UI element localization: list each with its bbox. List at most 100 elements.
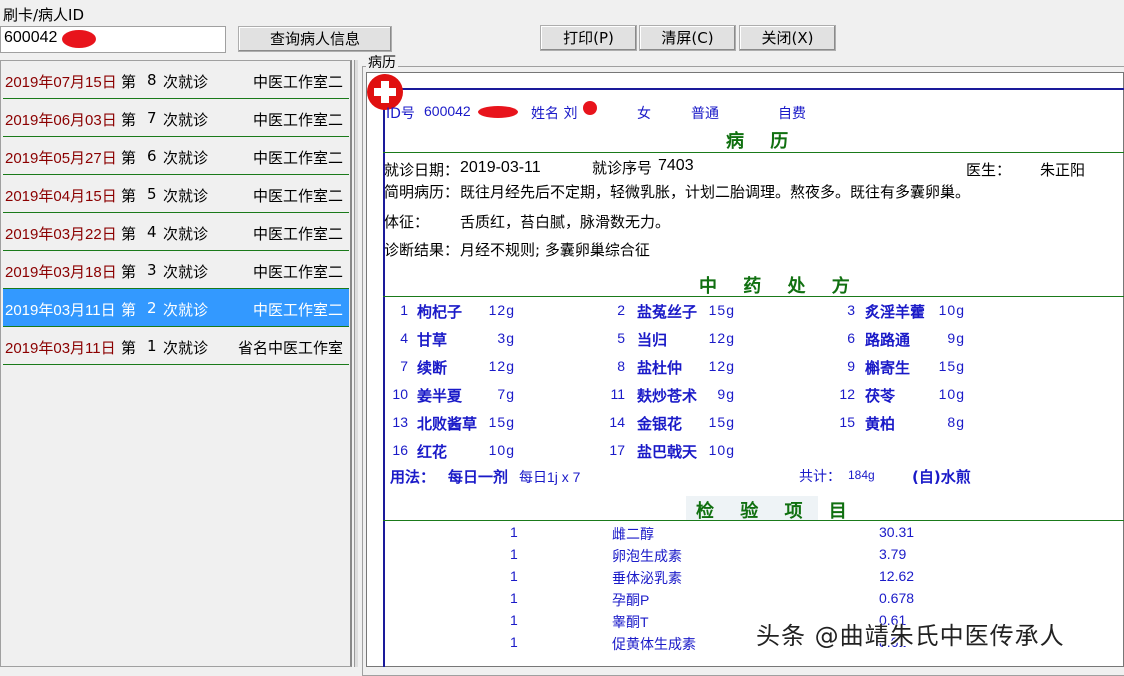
lab-count: 1 <box>510 590 518 606</box>
visit-room: 中医工作室二 <box>253 185 343 206</box>
visit-row[interactable]: 2019年03月11日第次就诊省名中医工作室1 <box>3 327 349 365</box>
visit-room: 中医工作室二 <box>253 299 343 320</box>
herb-name: 续断 <box>417 357 477 378</box>
payment-type: 自费 <box>778 103 806 123</box>
herb-quantity: 10g <box>939 302 965 318</box>
visit-number: 1 <box>147 337 157 355</box>
visit-date: 2019年05月27日 <box>5 147 117 168</box>
herb-name: 金银花 <box>637 413 697 434</box>
visit-row[interactable]: 2019年06月03日第次就诊中医工作室二7 <box>3 99 349 137</box>
visit-number: 2 <box>147 299 157 317</box>
visit-number: 5 <box>147 185 157 203</box>
lab-name: 睾酮T <box>612 612 649 632</box>
usage-detail: 每日1j x 7 <box>519 467 580 487</box>
visit-suffix: 次就诊 <box>163 299 208 320</box>
diagnosis-text: 月经不规则; 多囊卵巢综合征 <box>460 239 650 260</box>
id-value-doc: 600042 <box>424 103 471 119</box>
herb-quantity: 3g <box>497 330 515 346</box>
clear-button[interactable]: 清屏(C) <box>639 25 736 51</box>
visit-number: 4 <box>147 223 157 241</box>
visit-room: 省名中医工作室 <box>238 337 343 358</box>
lab-value: 3.79 <box>879 546 906 562</box>
print-button[interactable]: 打印(P) <box>540 25 637 51</box>
herb-name: 炙淫羊藿 <box>865 301 925 322</box>
prescription-title: 中 药 处 方 <box>699 272 860 298</box>
visit-room: 中医工作室二 <box>253 223 343 244</box>
herb-number: 1 <box>400 302 408 318</box>
seq-value: 7403 <box>658 157 694 175</box>
visit-row[interactable]: 2019年03月18日第次就诊中医工作室二3 <box>3 251 349 289</box>
herb-number: 13 <box>392 414 408 430</box>
herb-quantity: 12g <box>709 330 735 346</box>
lab-count: 1 <box>510 612 518 628</box>
herb-quantity: 10g <box>489 442 515 458</box>
visit-type: 普通 <box>691 103 719 123</box>
visit-date: 2019-03-11 <box>460 159 541 177</box>
visit-suffix: 次就诊 <box>163 337 208 358</box>
herb-name: 当归 <box>637 329 697 350</box>
visit-suffix: 次就诊 <box>163 109 208 130</box>
herb-quantity: 15g <box>709 414 735 430</box>
visit-row[interactable]: 2019年03月22日第次就诊中医工作室二4 <box>3 213 349 251</box>
herb-name: 茯苓 <box>865 385 925 406</box>
redaction-blot <box>62 30 96 48</box>
visit-row[interactable]: 2019年07月15日第次就诊中医工作室二8 <box>3 61 349 99</box>
watermark: 头条 @曲靖朱氏中医传承人 <box>756 616 1065 651</box>
visit-room: 中医工作室二 <box>253 147 343 168</box>
herb-quantity: 10g <box>709 442 735 458</box>
herb-name: 盐菟丝子 <box>637 301 697 322</box>
visit-date: 2019年03月22日 <box>5 223 117 244</box>
divider <box>383 152 1124 153</box>
visit-num-prefix: 第 <box>121 185 136 206</box>
patient-id-input[interactable]: 600042 <box>0 26 226 53</box>
herb-quantity: 9g <box>717 386 735 402</box>
herb-quantity: 12g <box>489 358 515 374</box>
lab-name: 卵泡生成素 <box>612 546 682 566</box>
visit-room: 中医工作室二 <box>253 71 343 92</box>
visit-num-prefix: 第 <box>121 337 136 358</box>
lab-count: 1 <box>510 524 518 540</box>
herb-name: 枸杞子 <box>417 301 477 322</box>
herb-number: 3 <box>847 302 855 318</box>
visit-num-prefix: 第 <box>121 109 136 130</box>
herb-name: 盐杜仲 <box>637 357 697 378</box>
visit-list[interactable]: 2019年07月15日第次就诊中医工作室二82019年06月03日第次就诊中医工… <box>0 60 352 667</box>
visit-room: 中医工作室二 <box>253 109 343 130</box>
diagnosis-label: 诊断结果： <box>384 239 459 260</box>
herb-name: 槲寄生 <box>865 357 925 378</box>
lab-value: 12.62 <box>879 568 914 584</box>
signs-text: 舌质红，苔白腻，脉滑数无力。 <box>460 211 670 232</box>
visit-num-prefix: 第 <box>121 71 136 92</box>
herb-number: 15 <box>839 414 855 430</box>
lab-count: 1 <box>510 546 518 562</box>
herb-number: 7 <box>400 358 408 374</box>
herb-name: 路路通 <box>865 329 925 350</box>
splitter[interactable] <box>354 60 358 667</box>
query-patient-button[interactable]: 查询病人信息 <box>238 26 392 52</box>
herb-quantity: 7g <box>497 386 515 402</box>
visit-row[interactable]: 2019年04月15日第次就诊中医工作室二5 <box>3 175 349 213</box>
visit-num-prefix: 第 <box>121 223 136 244</box>
visit-num-prefix: 第 <box>121 261 136 282</box>
herb-name: 北败酱草 <box>417 413 477 434</box>
close-button[interactable]: 关闭(X) <box>739 25 836 51</box>
doctor-name: 朱正阳 <box>1040 159 1085 180</box>
herb-name: 姜半夏 <box>417 385 477 406</box>
visit-date-label: 就诊日期： <box>384 159 459 180</box>
visit-date: 2019年03月11日 <box>5 299 116 320</box>
herb-name: 红花 <box>417 441 477 462</box>
patient-name: 姓名 刘 <box>531 103 577 123</box>
lab-name: 孕酮P <box>612 590 649 610</box>
id-label: 刷卡/病人ID <box>3 4 84 25</box>
visit-date: 2019年07月15日 <box>5 71 117 92</box>
gender: 女 <box>637 103 651 123</box>
visit-room: 中医工作室二 <box>253 261 343 282</box>
visit-row[interactable]: 2019年05月27日第次就诊中医工作室二6 <box>3 137 349 175</box>
redaction-blot <box>583 101 597 115</box>
herb-quantity: 15g <box>489 414 515 430</box>
visit-row[interactable]: 2019年03月11日第次就诊中医工作室二2 <box>3 289 349 327</box>
herb-number: 12 <box>839 386 855 402</box>
visit-date: 2019年04月15日 <box>5 185 117 206</box>
herb-number: 8 <box>617 358 625 374</box>
visit-number: 8 <box>147 71 157 89</box>
